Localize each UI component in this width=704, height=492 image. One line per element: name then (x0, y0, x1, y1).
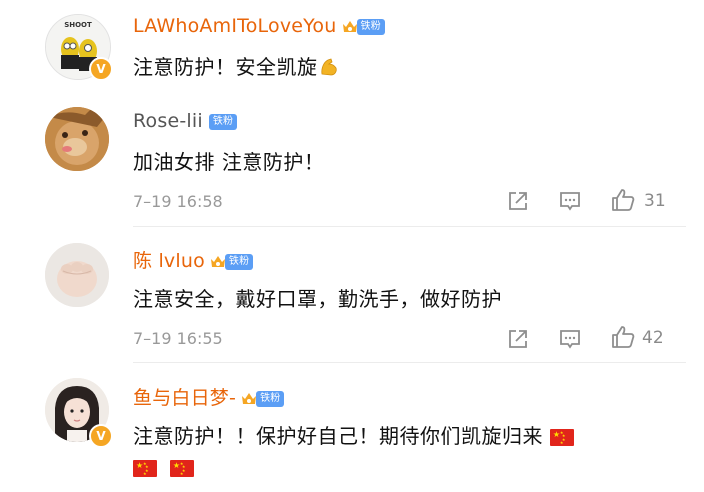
share-icon (509, 330, 527, 348)
username[interactable]: 陈 lvluo 铁粉 (133, 246, 254, 273)
like-count: 31 (644, 191, 666, 211)
crown-icon (342, 21, 357, 32)
fan-badge-label: 铁粉 (208, 114, 238, 130)
username[interactable]: Rose-lii 铁粉 (133, 110, 238, 132)
fan-badge-label: 铁粉 (256, 391, 285, 407)
fan-badge-label: 铁粉 (224, 254, 254, 270)
comment-text: 加油女排 注意防护！ (133, 146, 324, 175)
comment-icon (560, 330, 580, 349)
username-text[interactable]: Rose-lii (133, 110, 203, 132)
avatar[interactable] (45, 243, 109, 307)
like-icon (612, 326, 635, 348)
like-button[interactable] (610, 324, 636, 350)
fan-badge: 铁粉 (341, 16, 385, 35)
china-flag-emoji: ★ ★ ★ ★ ★ (169, 460, 194, 477)
fan-badge: 铁粉 (209, 251, 254, 270)
china-flag-emoji: ★ ★ ★ ★ ★ (133, 460, 157, 477)
comment-text: 注意安全，戴好口罩，勤洗手，做好防护 (133, 283, 502, 312)
like-count: 42 (642, 328, 664, 348)
comment-text-content: 注意防护！安全凯旋 (133, 55, 318, 79)
share-button[interactable] (507, 328, 529, 350)
username-text[interactable]: 鱼与白日梦- (133, 387, 236, 409)
verified-icon: V (89, 424, 113, 448)
avatar-label: SHOOT (64, 21, 92, 29)
divider (133, 362, 686, 363)
comment-text: 注意防护！安全凯旋 (133, 51, 340, 80)
share-button[interactable] (507, 190, 529, 212)
fan-badge: 铁粉 (240, 388, 285, 407)
flexed-biceps-emoji (320, 57, 337, 75)
comment-icon (560, 192, 580, 211)
avatar[interactable] (45, 107, 109, 171)
china-flag-emoji: ★ ★ ★ ★ ★ (549, 429, 574, 446)
username-text[interactable]: LAWhoAmIToLoveYou (133, 15, 337, 37)
username[interactable]: 鱼与白日梦- 铁粉 (133, 383, 285, 410)
comment-text-content: 注意防护！！保护好自己！期待你们凯旋归来 (133, 424, 543, 448)
like-button[interactable] (610, 187, 636, 213)
timestamp: 7–19 16:58 (133, 192, 223, 211)
comment-button[interactable] (558, 190, 582, 212)
divider (133, 226, 686, 227)
fan-badge: 铁粉 (207, 111, 238, 130)
comment-text-line2: ★ ★ ★ ★ ★ ★ ★ ★ ★ ★ (133, 455, 194, 479)
share-icon (509, 192, 527, 210)
verified-icon: V (89, 57, 113, 81)
fan-badge-label: 铁粉 (356, 19, 385, 35)
comment-button[interactable] (558, 328, 582, 350)
username[interactable]: LAWhoAmIToLoveYou 铁粉 (133, 15, 385, 37)
username-text[interactable]: 陈 lvluo (133, 250, 205, 272)
comment-text-content: 加油女排 注意防护！ (133, 150, 325, 174)
comment-text: 注意防护！！保护好自己！期待你们凯旋归来 ★ ★ ★ ★ ★ (133, 420, 574, 449)
comment-text-content: 注意安全，戴好口罩，勤洗手，做好防护 (133, 287, 502, 311)
like-icon (612, 189, 635, 211)
timestamp: 7–19 16:55 (133, 329, 223, 348)
